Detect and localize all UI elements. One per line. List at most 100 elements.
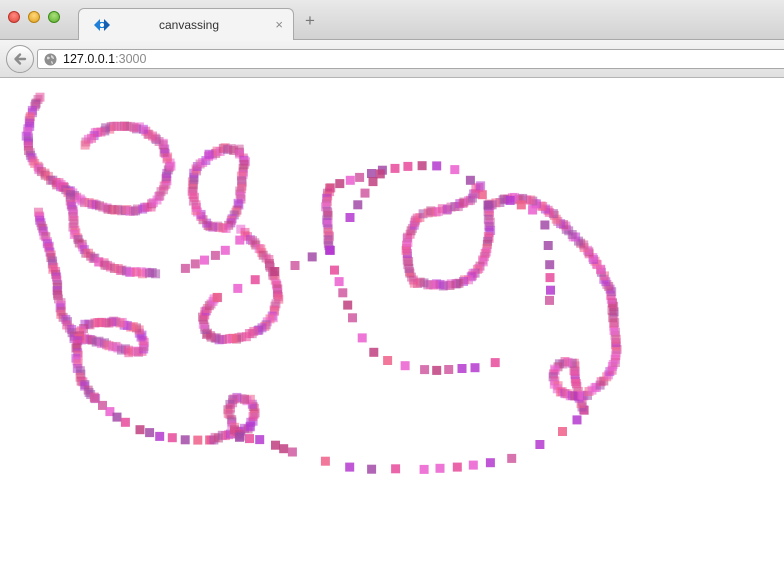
brush-stamp bbox=[220, 245, 230, 255]
brush-stamp bbox=[403, 161, 413, 171]
brush-stamp bbox=[417, 161, 427, 171]
brush-stamp bbox=[167, 433, 177, 443]
brush-stamp bbox=[485, 458, 495, 468]
url-host: 127.0.0.1 bbox=[63, 52, 116, 66]
brush-stamp bbox=[465, 175, 475, 185]
brush-stamp bbox=[535, 440, 545, 449]
brush-stamp bbox=[355, 172, 365, 182]
brush-stamp bbox=[348, 313, 357, 323]
brush-stamp bbox=[375, 169, 385, 179]
brush-stamp bbox=[235, 432, 244, 442]
brush-stamp bbox=[540, 220, 550, 230]
brush-stamp bbox=[432, 161, 442, 171]
brush-stamp bbox=[558, 427, 567, 436]
brush-stamp bbox=[419, 464, 429, 474]
navigation-toolbar: 127.0.0.1:3000 bbox=[0, 40, 784, 78]
brush-stamp bbox=[435, 463, 445, 473]
brush-stamp bbox=[468, 460, 478, 470]
brush-stamp bbox=[345, 462, 355, 472]
brush-stamp bbox=[457, 364, 467, 373]
brush-stamp bbox=[90, 393, 100, 403]
brush-stamp bbox=[420, 365, 430, 375]
globe-icon bbox=[44, 53, 57, 66]
brush-stamp bbox=[120, 417, 130, 427]
brush-stamp bbox=[193, 435, 203, 445]
brush-stamp bbox=[470, 363, 480, 373]
brush-stamp bbox=[353, 200, 363, 210]
brush-stamp bbox=[112, 412, 122, 422]
brush-stamp bbox=[383, 356, 393, 365]
brush-stamp bbox=[233, 283, 243, 293]
brush-stamp bbox=[320, 456, 330, 466]
window-close-button[interactable] bbox=[8, 11, 20, 23]
brush-stamp bbox=[80, 140, 90, 150]
back-button[interactable] bbox=[6, 45, 34, 73]
tab-close-icon[interactable]: × bbox=[275, 17, 283, 32]
address-bar[interactable]: 127.0.0.1:3000 bbox=[37, 49, 784, 69]
new-tab-button[interactable]: + bbox=[303, 12, 317, 29]
brush-stamp bbox=[528, 205, 538, 215]
brush-stamp bbox=[572, 415, 582, 425]
window-minimize-button[interactable] bbox=[28, 11, 40, 23]
brush-stamp bbox=[516, 200, 526, 210]
brush-stamp bbox=[450, 165, 460, 175]
browser-tab[interactable]: canvassing × bbox=[78, 8, 294, 41]
tab-title: canvassing bbox=[158, 18, 220, 32]
brush-stamp bbox=[432, 365, 442, 375]
brush-stamp bbox=[330, 265, 339, 275]
page-content bbox=[0, 78, 784, 562]
brush-stamp bbox=[545, 295, 554, 305]
brush-stamp bbox=[505, 195, 515, 205]
brush-stamp bbox=[212, 292, 222, 302]
brush-stamp bbox=[338, 288, 348, 298]
brush-stamp bbox=[507, 453, 517, 463]
brush-stamp bbox=[368, 177, 378, 187]
brush-stamp bbox=[345, 213, 355, 222]
brush-stamp bbox=[290, 261, 300, 270]
brush-stamp bbox=[255, 435, 265, 445]
brush-stamp bbox=[543, 241, 553, 250]
brush-stamp bbox=[369, 347, 379, 357]
brush-stamp bbox=[287, 447, 297, 457]
brush-stamp bbox=[400, 361, 410, 371]
brush-stamp bbox=[145, 428, 155, 438]
brush-stamp bbox=[360, 188, 370, 198]
drawing-canvas[interactable] bbox=[0, 78, 784, 562]
brush-stamp bbox=[390, 163, 400, 173]
brush-stamp bbox=[250, 275, 260, 285]
brush-stamp bbox=[151, 269, 161, 279]
brush-stamp bbox=[235, 235, 245, 245]
brush-stamp bbox=[325, 245, 335, 255]
url-text: 127.0.0.1:3000 bbox=[63, 52, 146, 66]
brush-stamp bbox=[245, 434, 254, 444]
brush-stamp bbox=[210, 250, 220, 260]
brush-stamp bbox=[357, 333, 367, 343]
brush-stamp bbox=[483, 200, 493, 210]
brush-stamp bbox=[391, 464, 401, 474]
brush-stamp bbox=[155, 431, 165, 441]
brush-stamp bbox=[343, 300, 353, 310]
brush-stamp bbox=[190, 259, 200, 269]
brush-stamp bbox=[444, 365, 454, 374]
back-arrow-icon bbox=[14, 53, 27, 65]
brush-stamp bbox=[200, 255, 209, 265]
url-port: :3000 bbox=[115, 52, 147, 66]
brush-stamp bbox=[452, 462, 462, 472]
title-bar: canvassing × + bbox=[0, 0, 784, 41]
brush-stamp bbox=[367, 169, 376, 178]
brush-stamp bbox=[345, 175, 355, 185]
brush-stamp bbox=[135, 425, 145, 435]
brush-stamp bbox=[367, 464, 377, 474]
brush-stamp bbox=[545, 273, 555, 283]
brush-stamp bbox=[204, 149, 214, 159]
brush-stamp bbox=[476, 181, 486, 191]
brush-stamp bbox=[271, 440, 280, 450]
brush-stamp bbox=[307, 252, 317, 262]
brush-stamp bbox=[180, 435, 190, 445]
brush-stamp bbox=[270, 267, 280, 276]
arrows-icon bbox=[94, 19, 110, 31]
brush-stamp bbox=[180, 263, 190, 273]
brush-stamp bbox=[334, 277, 344, 287]
window-zoom-button[interactable] bbox=[48, 11, 60, 23]
brush-stamp bbox=[335, 179, 345, 189]
